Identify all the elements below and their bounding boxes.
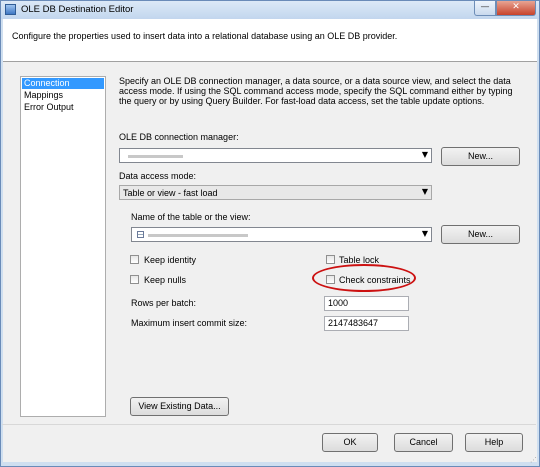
data-access-mode-value: Table or view - fast load xyxy=(123,188,218,198)
redacted-connection-name xyxy=(128,155,183,158)
keep-nulls-checkbox[interactable] xyxy=(130,275,139,284)
nav-item-mappings[interactable]: Mappings xyxy=(22,90,104,101)
dropdown-arrow-icon: ▼ xyxy=(421,187,428,196)
view-existing-data-button[interactable]: View Existing Data... xyxy=(130,397,229,416)
table-lock-checkbox[interactable] xyxy=(326,255,335,264)
window-title: OLE DB Destination Editor xyxy=(21,4,134,15)
rows-per-batch-input[interactable]: 1000 xyxy=(324,296,409,311)
rows-per-batch-label: Rows per batch: xyxy=(131,298,197,308)
connection-manager-label: OLE DB connection manager: xyxy=(119,132,239,142)
header-description: Configure the properties used to insert … xyxy=(12,31,398,41)
new-connection-button[interactable]: New... xyxy=(441,147,520,166)
data-access-mode-combo[interactable]: Table or view - fast load ▼ xyxy=(119,185,432,200)
app-icon xyxy=(5,4,16,15)
table-icon xyxy=(137,231,144,238)
table-view-combo[interactable]: ▼ xyxy=(131,227,432,242)
new-table-button[interactable]: New... xyxy=(441,225,520,244)
title-bar[interactable]: OLE DB Destination Editor — ✕ xyxy=(1,1,539,19)
table-view-label: Name of the table or the view: xyxy=(131,212,251,222)
highlight-ellipse xyxy=(312,264,416,292)
keep-identity-checkbox[interactable] xyxy=(130,255,139,264)
connection-manager-combo[interactable]: ▼ xyxy=(119,148,432,163)
keep-identity-label[interactable]: Keep identity xyxy=(144,255,196,265)
help-button[interactable]: Help xyxy=(465,433,523,452)
max-insert-commit-size-input[interactable]: 2147483647 xyxy=(324,316,409,331)
nav-item-connection-manager[interactable]: Connection Manager xyxy=(22,78,104,99)
footer-divider xyxy=(2,424,536,425)
ok-button[interactable]: OK xyxy=(322,433,378,452)
header-banner: Configure the properties used to insert … xyxy=(3,19,537,62)
dropdown-arrow-icon: ▼ xyxy=(421,150,428,159)
close-button[interactable]: ✕ xyxy=(496,1,536,16)
data-access-mode-label: Data access mode: xyxy=(119,171,197,181)
nav-item-error-output[interactable]: Error Output xyxy=(22,102,104,113)
cancel-button[interactable]: Cancel xyxy=(394,433,453,452)
connection-manager-panel: Specify an OLE DB connection manager, a … xyxy=(113,76,527,417)
max-insert-commit-size-label: Maximum insert commit size: xyxy=(131,318,248,328)
minimize-button[interactable]: — xyxy=(474,1,496,16)
dropdown-arrow-icon: ▼ xyxy=(421,229,428,238)
page-list: Connection Manager Mappings Error Output xyxy=(20,76,106,417)
keep-nulls-label[interactable]: Keep nulls xyxy=(144,275,186,285)
redacted-table-name xyxy=(148,234,248,237)
resize-grip-icon[interactable]: ⋰ xyxy=(530,456,537,464)
panel-description: Specify an OLE DB connection manager, a … xyxy=(119,76,513,106)
